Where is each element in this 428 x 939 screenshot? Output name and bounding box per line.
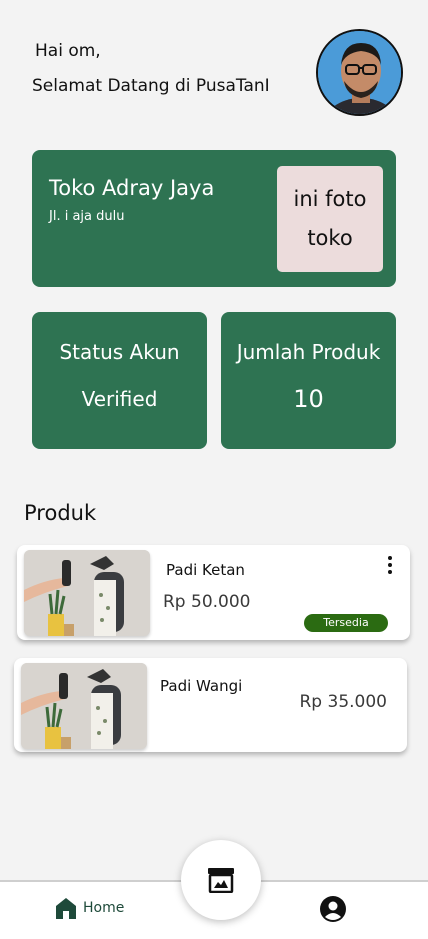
avatar-photo: [318, 31, 401, 114]
account-status-card: Status Akun Verified: [32, 312, 207, 449]
store-name: Toko Adray Jaya: [49, 176, 215, 200]
welcome-text: Selamat Datang di PusaTanI: [32, 76, 270, 96]
product-image: [21, 663, 147, 749]
nav-home[interactable]: Home: [55, 897, 124, 919]
product-count-value: 10: [293, 385, 324, 413]
store-photo-placeholder: ini foto toko: [277, 166, 383, 272]
user-circle-icon: [320, 896, 346, 922]
store-address: Jl. i aja dulu: [49, 209, 125, 224]
archive-icon: [208, 868, 234, 893]
nav-home-label: Home: [83, 900, 125, 916]
store-photo-text: ini foto toko: [293, 187, 367, 250]
archive-button[interactable]: [181, 840, 261, 920]
products-section-title: Produk: [24, 501, 97, 525]
product-name: Padi Ketan: [166, 561, 245, 579]
more-vertical-icon[interactable]: [385, 556, 395, 574]
product-price: Rp 35.000: [299, 692, 388, 712]
availability-badge: Tersedia: [304, 614, 388, 632]
user-avatar[interactable]: [316, 29, 403, 116]
greeting-text: Hai om,: [35, 41, 101, 61]
product-count-title: Jumlah Produk: [236, 340, 381, 364]
store-card[interactable]: Toko Adray Jaya Jl. i aja dulu ini foto …: [32, 150, 396, 287]
account-status-title: Status Akun: [59, 340, 180, 364]
nav-profile[interactable]: [319, 895, 347, 923]
product-count-card: Jumlah Produk 10: [221, 312, 396, 449]
product-image: [24, 550, 150, 636]
product-card[interactable]: Padi Wangi Rp 35.000: [14, 658, 407, 752]
product-card[interactable]: Padi Ketan Rp 50.000 Tersedia: [17, 545, 410, 640]
home-icon: [56, 898, 76, 919]
account-status-value: Verified: [81, 387, 158, 411]
product-name: Padi Wangi: [160, 677, 243, 695]
product-price: Rp 50.000: [163, 592, 251, 612]
